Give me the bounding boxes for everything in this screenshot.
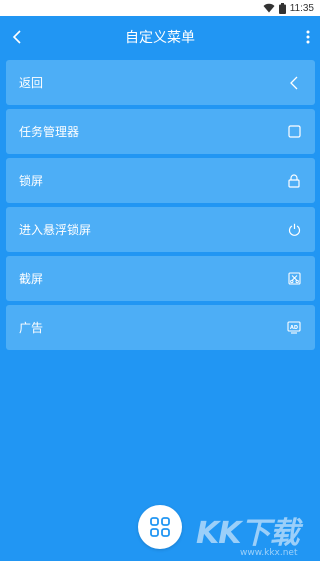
- menu-item-label: 广告: [19, 321, 44, 335]
- more-vertical-icon: [306, 30, 310, 44]
- page-title: 自定义菜单: [125, 30, 195, 46]
- grid-menu-icon: [150, 517, 170, 537]
- chevron-left-icon: [287, 76, 301, 90]
- menu-item-label: 任务管理器: [19, 125, 80, 139]
- menu-item-screenshot[interactable]: 截屏: [6, 256, 315, 301]
- app-bar: 自定义菜单: [0, 16, 320, 58]
- menu-item-label: 截屏: [19, 272, 44, 286]
- square-icon: [287, 125, 301, 139]
- menu-item-back[interactable]: 返回: [6, 60, 315, 105]
- menu-item-label: 锁屏: [19, 174, 44, 188]
- menu-item-task-manager[interactable]: 任务管理器: [6, 109, 315, 154]
- menu-item-floating-lock[interactable]: 进入悬浮锁屏: [6, 207, 315, 252]
- watermark-brand: KK下载: [196, 516, 299, 551]
- back-button[interactable]: [6, 26, 28, 48]
- watermark-logo: KK下载 www.kkx.net: [196, 508, 316, 558]
- menu-item-ad[interactable]: 广告 AD: [6, 305, 315, 350]
- wifi-icon: [263, 3, 275, 13]
- menu-item-label: 返回: [19, 76, 44, 90]
- watermark-url: www.kkx.net: [240, 548, 298, 558]
- menu-item-lock-screen[interactable]: 锁屏: [6, 158, 315, 203]
- status-bar: 11:35: [0, 0, 320, 16]
- battery-icon: [278, 2, 286, 14]
- menu-list: 返回 任务管理器 锁屏 进入悬浮锁屏 截屏 广告 AD: [6, 60, 315, 354]
- svg-text:AD: AD: [290, 325, 298, 331]
- status-time: 11:35: [289, 2, 314, 14]
- ad-icon: AD: [287, 321, 301, 335]
- lock-icon: [287, 173, 301, 188]
- screenshot-icon: [287, 272, 301, 286]
- menu-fab-button[interactable]: [138, 505, 182, 549]
- more-menu-button[interactable]: [300, 26, 316, 48]
- back-arrow-icon: [12, 30, 21, 44]
- power-icon: [287, 223, 301, 237]
- menu-item-label: 进入悬浮锁屏: [19, 223, 92, 237]
